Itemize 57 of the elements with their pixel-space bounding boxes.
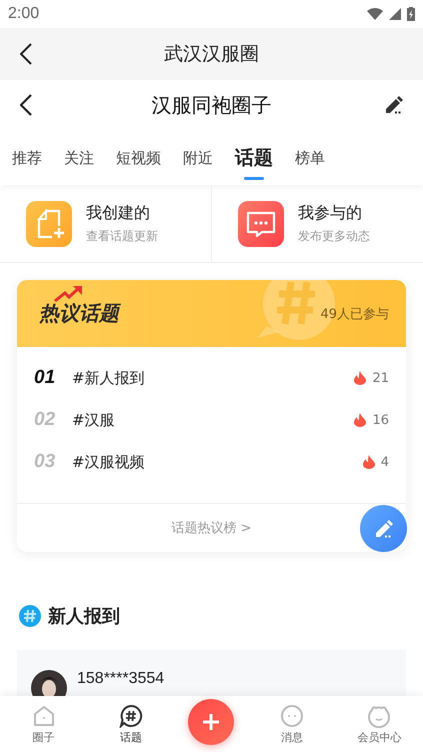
- flame-icon: [362, 455, 375, 469]
- hashtag-bubble-icon: [119, 704, 144, 728]
- shortcut-title[interactable]: 我创建的: [86, 202, 158, 224]
- tab[interactable]: 话题: [235, 148, 273, 168]
- topic-name[interactable]: #汉服: [72, 410, 350, 430]
- face-icon: [280, 704, 304, 728]
- nav-label: 话题: [120, 730, 142, 744]
- back-icon[interactable]: [20, 94, 32, 116]
- back-icon[interactable]: [20, 43, 32, 65]
- page-title: 武汉汉服圈: [164, 42, 259, 67]
- nav-tab[interactable]: 消息: [262, 704, 322, 744]
- chat-icon[interactable]: [238, 200, 284, 246]
- compose-button[interactable]: [360, 505, 407, 552]
- tab[interactable]: 附近: [183, 148, 213, 168]
- status-time: 2:00: [8, 5, 40, 23]
- edit-icon[interactable]: [385, 96, 403, 114]
- heat-count: 21: [372, 370, 389, 386]
- signal-icon: [389, 8, 401, 20]
- hot-topics-title: 热议话题: [39, 300, 119, 327]
- edit-icon: [374, 520, 392, 538]
- shortcut-subtitle: 发布更多动态: [298, 228, 370, 244]
- rank-number: 02: [34, 409, 56, 431]
- nav-label: 消息: [280, 730, 303, 744]
- battery-icon: [407, 7, 415, 21]
- house-icon: [32, 704, 56, 728]
- shortcut-subtitle: 查看话题更新: [86, 228, 158, 244]
- topic-name[interactable]: #汉服视频: [72, 452, 359, 472]
- nav-tab[interactable]: 圈子: [14, 704, 74, 744]
- nav-tab[interactable]: 话题: [101, 704, 162, 744]
- add-button[interactable]: [188, 699, 234, 745]
- circle-title: 汉服同袍圈子: [152, 92, 272, 118]
- flame-icon: [354, 413, 366, 427]
- rank-number: 03: [34, 451, 56, 473]
- nav-label: 会员中心: [357, 730, 402, 744]
- tab[interactable]: 关注: [64, 148, 94, 168]
- section-title: 新人报到: [48, 605, 120, 628]
- nav-label: 圈子: [32, 730, 55, 744]
- new-document-icon[interactable]: [26, 200, 72, 246]
- hashtag-icon: [19, 605, 41, 627]
- participant-count: 49人已参与: [320, 306, 389, 322]
- heat-count: 16: [372, 412, 389, 428]
- post-card[interactable]: 158****3554: [17, 650, 406, 696]
- shortcut-title[interactable]: 我参与的: [298, 202, 370, 224]
- heat-count: 4: [380, 454, 389, 470]
- flame-icon: [354, 371, 366, 385]
- wifi-icon: [367, 8, 383, 20]
- smile-icon: [367, 704, 392, 728]
- nav-tab[interactable]: 会员中心: [349, 704, 410, 744]
- trend-arrow-icon: [53, 285, 83, 303]
- tab[interactable]: 推荐: [12, 148, 42, 168]
- tab[interactable]: 短视频: [116, 148, 161, 168]
- user-name[interactable]: 158****3554: [77, 670, 164, 688]
- topic-name[interactable]: #新人报到: [72, 368, 350, 388]
- plus-icon: [203, 714, 220, 730]
- tab[interactable]: 榜单: [295, 148, 325, 168]
- tab-indicator: [244, 176, 264, 180]
- rank-number: 01: [34, 367, 56, 389]
